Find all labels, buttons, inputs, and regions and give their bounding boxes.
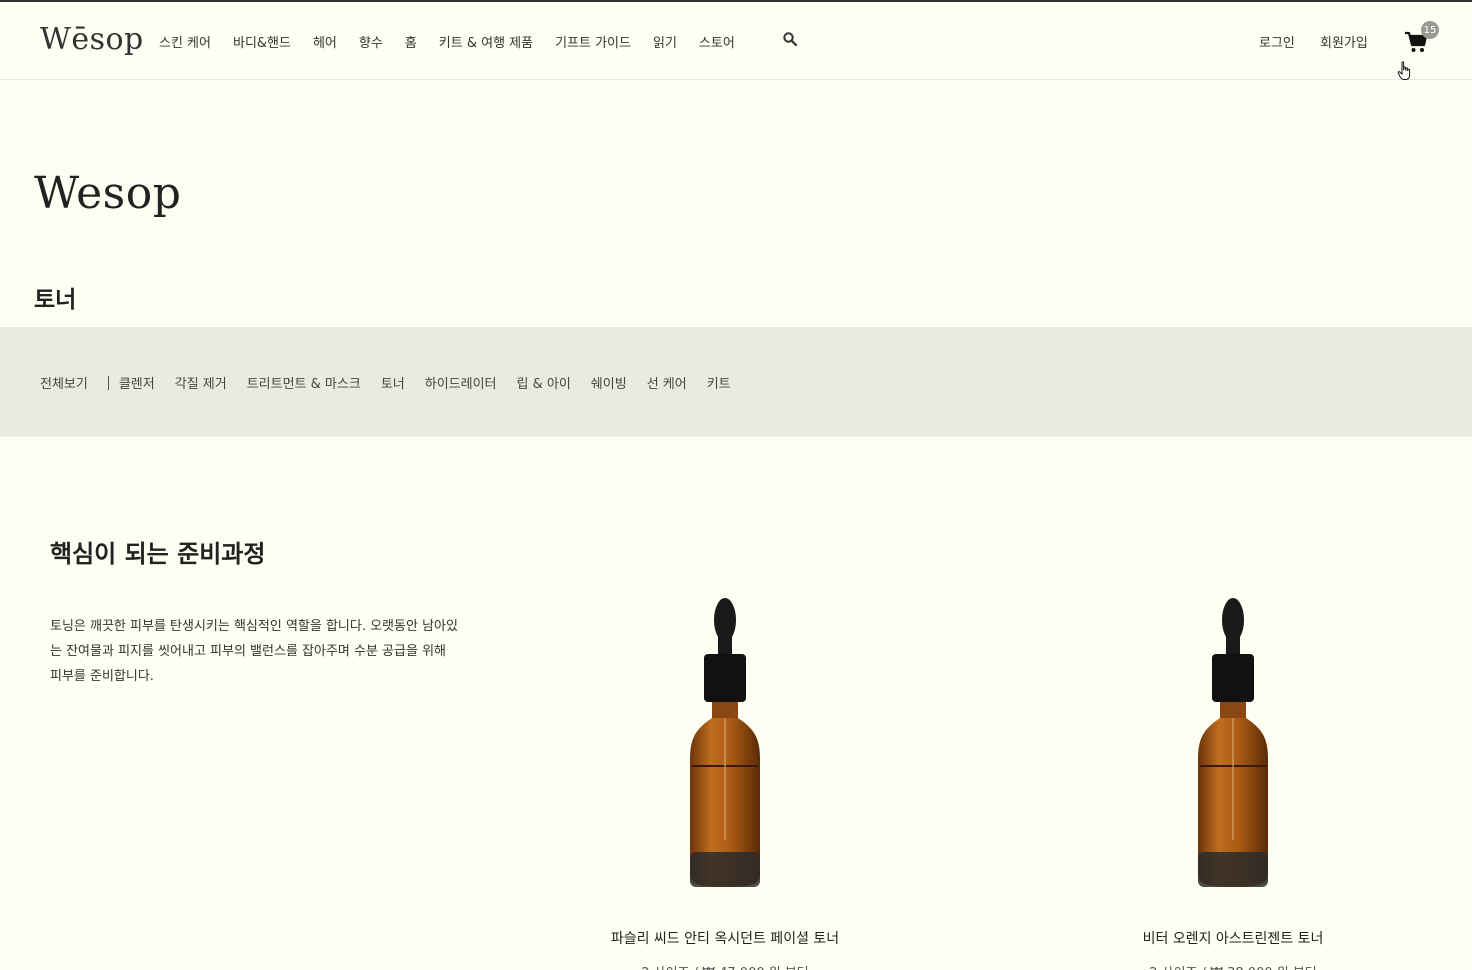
category-subnav: 전체보기 클렌저 각질 제거 트리트먼트 & 마스크 토너 하이드레이터 립 &…	[0, 327, 1472, 437]
nav-skincare[interactable]: 스킨 케어	[159, 32, 211, 51]
product-price: 2 사이즈 / ₩ 38,000 원 부터	[1083, 962, 1383, 970]
main-nav: 스킨 케어 바디&핸드 헤어 향수 홈 키트 & 여행 제품 기프트 가이드 읽…	[159, 32, 757, 51]
nav-fragrance[interactable]: 향수	[359, 32, 383, 51]
subnav-lip-eye[interactable]: 립 & 아이	[517, 373, 571, 392]
page-title: 토너	[34, 287, 77, 313]
nav-home[interactable]: 홈	[405, 32, 417, 51]
subnav-toner[interactable]: 토너	[381, 373, 405, 392]
product-bottle-image[interactable]	[670, 590, 780, 890]
product-name[interactable]: 파슬리 씨드 안티 옥시던트 페이셜 토너	[575, 928, 875, 948]
subnav-exfoliant[interactable]: 각질 제거	[175, 373, 227, 392]
site-header: Wēsop 스킨 케어 바디&핸드 헤어 향수 홈 키트 & 여행 제품 기프트…	[0, 2, 1472, 80]
subnav-cleanser[interactable]: 클렌저	[119, 373, 155, 392]
subnav-divider	[107, 375, 109, 390]
nav-read[interactable]: 읽기	[653, 32, 677, 51]
subnav-kits[interactable]: 키트	[707, 373, 731, 392]
nav-gift-guide[interactable]: 기프트 가이드	[555, 32, 631, 51]
product-card[interactable]: 비터 오렌지 아스트린젠트 토너 2 사이즈 / ₩ 38,000 원 부터	[1083, 590, 1383, 970]
subnav-sun-care[interactable]: 선 케어	[647, 373, 687, 392]
nav-kits-travel[interactable]: 키트 & 여행 제품	[439, 32, 533, 51]
product-bottle-image[interactable]	[1178, 590, 1288, 890]
login-link[interactable]: 로그인	[1259, 32, 1295, 51]
nav-hair[interactable]: 헤어	[313, 32, 337, 51]
subnav-view-all[interactable]: 전체보기	[40, 373, 88, 392]
intro-body: 토닝은 깨끗한 피부를 탄생시키는 핵심적인 역할을 합니다. 오랫동안 남아있…	[50, 619, 458, 684]
intro-title: 핵심이 되는 준비과정	[50, 540, 266, 568]
product-price: 2 사이즈 / ₩ 47,000 원 부터	[575, 962, 875, 970]
subnav-hydrator[interactable]: 하이드레이터	[425, 373, 497, 392]
hand-pointer-cursor-icon	[1397, 61, 1411, 80]
signup-link[interactable]: 회원가입	[1320, 32, 1368, 51]
cart-count-badge: 15	[1421, 21, 1439, 39]
subnav-shaving[interactable]: 쉐이빙	[591, 373, 627, 392]
search-icon[interactable]	[783, 32, 797, 46]
subnav-treatment-mask[interactable]: 트리트먼트 & 마스크	[247, 373, 361, 392]
nav-body-hand[interactable]: 바디&핸드	[233, 32, 291, 51]
product-card[interactable]: 파슬리 씨드 안티 옥시던트 페이셜 토너 2 사이즈 / ₩ 47,000 원…	[575, 590, 875, 970]
product-name[interactable]: 비터 오렌지 아스트린젠트 토너	[1083, 928, 1383, 948]
nav-stores[interactable]: 스토어	[699, 32, 735, 51]
hero-logo: Wesop	[34, 168, 182, 219]
header-logo[interactable]: Wēsop	[40, 22, 144, 57]
